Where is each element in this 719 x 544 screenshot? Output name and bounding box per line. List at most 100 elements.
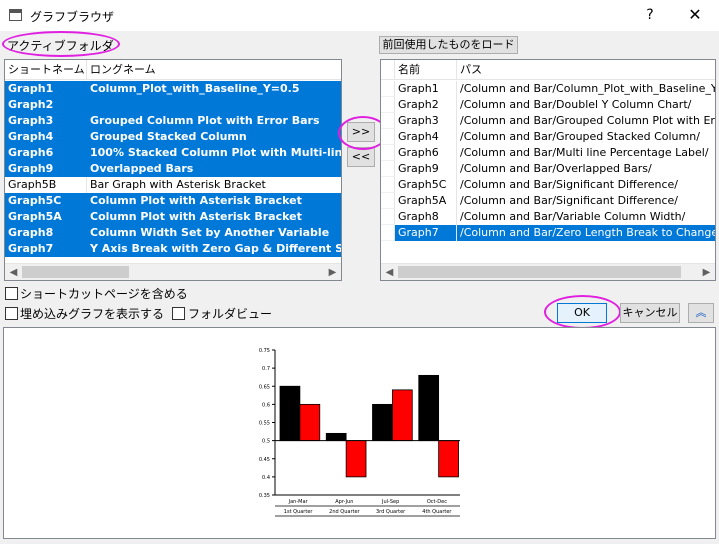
row-header[interactable] <box>381 113 395 129</box>
x-tick-label: Jul-Sep <box>381 499 399 505</box>
remove-selected-button[interactable]: << <box>347 147 375 167</box>
table-row[interactable]: Graph4/Column and Bar/Grouped Stacked Co… <box>381 129 715 145</box>
short-name-cell: Graph3 <box>8 114 54 127</box>
folder-view-label: フォルダビュー <box>188 307 273 321</box>
y-tick-label: 0.35 <box>259 493 270 499</box>
cancel-button[interactable]: キャンセル <box>620 303 680 323</box>
target-graph-table: 名前 パス Graph1/Column and Bar/Column_Plot_… <box>380 59 716 281</box>
add-selected-button[interactable]: >> <box>347 122 375 142</box>
table-row[interactable]: Graph9/Column and Bar/Overlapped Bars/ <box>381 161 715 177</box>
table-row[interactable]: Graph6/Column and Bar/Multi line Percent… <box>381 145 715 161</box>
short-name-cell: Graph4 <box>8 130 54 143</box>
ok-button[interactable]: OK <box>557 303 607 323</box>
path-cell: /Column and Bar/Significant Difference/ <box>460 194 678 207</box>
short-name-cell: Graph9 <box>8 162 54 175</box>
row-header[interactable] <box>381 225 395 241</box>
folder-view-checkbox[interactable] <box>172 307 185 320</box>
bar <box>299 403 321 442</box>
horizontal-scrollbar[interactable]: ◀ ▶ <box>5 263 341 280</box>
collapse-preview-button[interactable]: ︽ <box>688 303 714 323</box>
row-header[interactable] <box>381 161 395 177</box>
row-header[interactable] <box>381 81 395 97</box>
table-row[interactable]: Graph8/Column and Bar/Variable Column Wi… <box>381 209 715 225</box>
column-header-short-name[interactable]: ショートネーム <box>5 60 87 80</box>
row-header[interactable] <box>381 97 395 113</box>
table-row[interactable]: Graph5A/Column and Bar/Significant Diffe… <box>381 193 715 209</box>
table-row[interactable]: Graph5A Column Plot with Asterisk Bracket <box>5 209 341 225</box>
show-embedded-label: 埋め込みグラフを表示する <box>20 307 165 321</box>
table-row[interactable]: Graph6 100% Stacked Column Plot with Mult… <box>5 145 341 161</box>
long-name-cell: Overlapped Bars <box>90 162 194 175</box>
long-name-cell: Column Plot with Asterisk Bracket <box>90 210 302 223</box>
bar <box>372 403 393 442</box>
horizontal-scrollbar[interactable]: ◀ ▶ <box>381 263 715 280</box>
scroll-thumb[interactable] <box>398 266 681 278</box>
table-row[interactable]: Graph9 Overlapped Bars <box>5 161 341 177</box>
long-name-cell: Column_Plot_with_Baseline_Y=0.5 <box>90 82 300 95</box>
path-cell: /Column and Bar/Doublel Y Column Chart/ <box>460 98 692 111</box>
short-name-cell: Graph1 <box>8 82 54 95</box>
y-tick-label: 0.4 <box>262 475 270 481</box>
name-cell: Graph5A <box>395 193 457 209</box>
table-row[interactable]: Graph1/Column and Bar/Column_Plot_with_B… <box>381 81 715 97</box>
table-row[interactable]: Graph3 Grouped Column Plot with Error Bar… <box>5 113 341 129</box>
short-name-cell: Graph6 <box>8 146 54 159</box>
row-header[interactable] <box>381 145 395 161</box>
table-row[interactable]: Graph8 Column Width Set by Another Variab… <box>5 225 341 241</box>
table-row[interactable]: Graph5C/Column and Bar/Significant Diffe… <box>381 177 715 193</box>
show-embedded-checkbox[interactable] <box>5 307 18 320</box>
bar <box>345 440 367 478</box>
folder-dropdown-value: アクティブフォルダ <box>7 39 114 53</box>
group-label: 4th Quarter <box>422 509 452 515</box>
row-header[interactable] <box>381 193 395 209</box>
column-header-path[interactable]: パス <box>457 60 715 80</box>
table-row[interactable]: Graph2/Column and Bar/Doublel Y Column C… <box>381 97 715 113</box>
x-tick-label: Oct-Dec <box>427 499 447 505</box>
long-name-cell: 100% Stacked Column Plot with Multi-line <box>90 146 341 159</box>
name-cell: Graph8 <box>395 209 457 225</box>
scroll-left-icon[interactable]: ◀ <box>381 264 398 280</box>
table-row[interactable]: Graph4 Grouped Stacked Column <box>5 129 341 145</box>
y-tick-label: 0.7 <box>262 366 270 372</box>
help-button[interactable]: ? <box>636 4 664 26</box>
table-row[interactable]: Graph7 Y Axis Break with Zero Gap & Diffe… <box>5 241 341 257</box>
row-header[interactable] <box>381 209 395 225</box>
long-name-cell: Grouped Stacked Column <box>90 130 247 143</box>
folder-dropdown[interactable]: アクティブフォルダ ⌵ <box>6 37 114 55</box>
short-name-cell: Graph5A <box>8 210 62 223</box>
table-row[interactable]: Graph3/Column and Bar/Grouped Column Plo… <box>381 113 715 129</box>
scroll-right-icon[interactable]: ▶ <box>324 264 341 280</box>
table-row[interactable]: Graph5C Column Plot with Asterisk Bracket <box>5 193 341 209</box>
scroll-left-icon[interactable]: ◀ <box>5 264 22 280</box>
bar <box>325 432 347 442</box>
table-row[interactable]: Graph1 Column_Plot_with_Baseline_Y=0.5 <box>5 81 341 97</box>
include-shortcut-checkbox[interactable] <box>5 287 18 300</box>
row-header[interactable] <box>381 177 395 193</box>
row-header[interactable] <box>381 129 395 145</box>
group-label: 3rd Quarter <box>376 509 406 515</box>
bar <box>279 385 301 442</box>
y-tick-label: 0.75 <box>259 348 270 354</box>
load-last-used-button[interactable]: 前回使用したものをロード <box>379 36 518 54</box>
y-tick-label: 0.6 <box>262 402 270 408</box>
table-row[interactable]: Graph2 <box>5 97 341 113</box>
column-header-name[interactable]: 名前 <box>395 60 457 80</box>
path-cell: /Column and Bar/Multi line Percentage La… <box>460 146 709 159</box>
y-tick-label: 0.65 <box>259 384 270 390</box>
long-name-cell: Column Width Set by Another Variable <box>90 226 330 239</box>
name-cell: Graph1 <box>395 81 457 97</box>
table-row[interactable]: Graph7/Column and Bar/Zero Length Break … <box>381 225 715 241</box>
short-name-cell: Graph7 <box>8 242 54 255</box>
y-tick-label: 0.45 <box>259 457 270 463</box>
scroll-thumb[interactable] <box>22 266 129 278</box>
bar <box>438 440 459 478</box>
table-row[interactable]: Graph5B Bar Graph with Asterisk Bracket <box>5 177 341 193</box>
long-name-cell: Column Plot with Asterisk Bracket <box>90 194 302 207</box>
source-graph-table: ショートネーム ロングネーム Graph1 Column_Plot_with_Ba… <box>4 59 342 281</box>
name-cell: Graph5C <box>395 177 457 193</box>
long-name-cell: Grouped Column Plot with Error Bars <box>90 114 320 127</box>
column-header-long-name[interactable]: ロングネーム <box>87 60 341 80</box>
path-cell: /Column and Bar/Grouped Column Plot with… <box>460 114 715 127</box>
close-button[interactable]: ✕ <box>680 4 710 26</box>
scroll-right-icon[interactable]: ▶ <box>698 264 715 280</box>
